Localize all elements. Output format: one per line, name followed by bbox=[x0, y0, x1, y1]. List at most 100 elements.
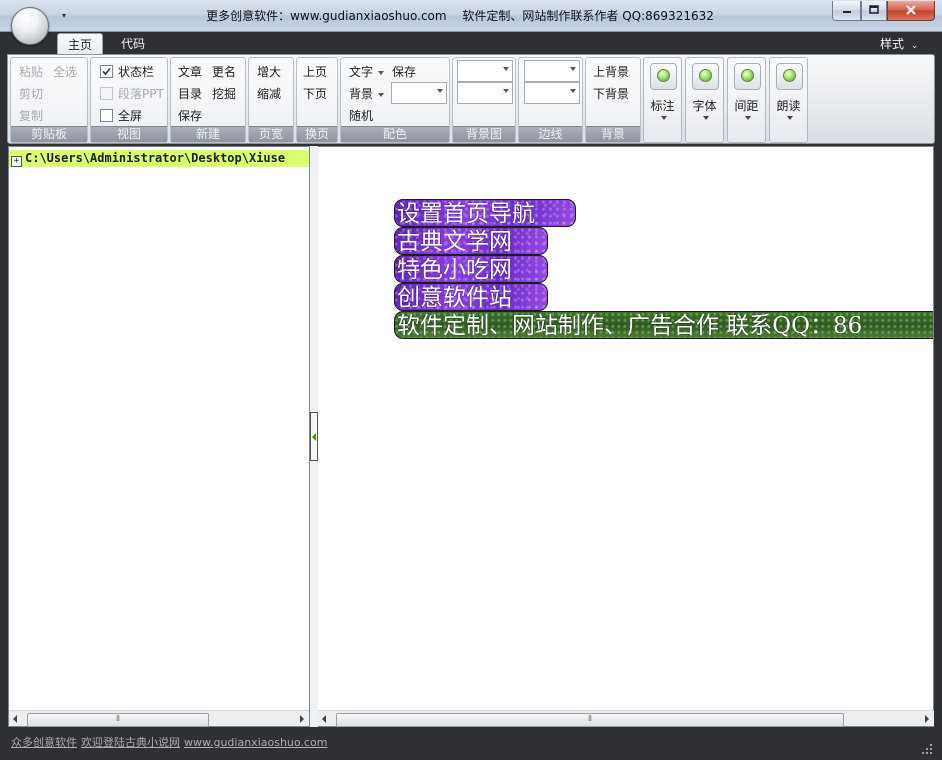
select-all-button[interactable]: 全选 bbox=[53, 63, 77, 80]
decrease-width-button[interactable]: 缩减 bbox=[257, 85, 281, 102]
contact-banner: 软件定制、网站制作、广告合作 联系QQ：86 bbox=[394, 311, 933, 339]
group-label-new: 新建 bbox=[171, 126, 245, 142]
random-colors-button[interactable]: 随机 bbox=[349, 107, 373, 124]
nav-link-snacks[interactable]: 特色小吃网 bbox=[394, 255, 548, 283]
read-aloud-label: 朗读 bbox=[776, 99, 801, 113]
green-light-icon bbox=[650, 63, 677, 90]
collapse-arrow-icon bbox=[312, 433, 316, 441]
group-label-page-width: 页宽 bbox=[249, 126, 293, 142]
expand-icon[interactable]: + bbox=[11, 156, 22, 167]
text-color-button[interactable]: 文字 bbox=[349, 63, 385, 80]
chevron-down-icon bbox=[570, 67, 576, 71]
border-select-2[interactable] bbox=[524, 82, 580, 104]
scroll-left-icon[interactable] bbox=[13, 715, 17, 723]
save-colors-button[interactable]: 保存 bbox=[392, 63, 416, 80]
chevron-down-icon bbox=[503, 89, 509, 93]
tab-home[interactable]: 主页 bbox=[57, 33, 103, 55]
checkmark-icon bbox=[102, 67, 111, 76]
status-website-link[interactable]: www.gudianxiaoshuo.com bbox=[184, 736, 327, 749]
quick-access-dropdown-icon[interactable]: ▾ bbox=[58, 10, 70, 22]
increase-width-button[interactable]: 增大 bbox=[257, 63, 281, 80]
resize-grip-icon[interactable] bbox=[920, 742, 934, 756]
close-button[interactable] bbox=[887, 1, 935, 21]
annotate-button[interactable]: 标注 bbox=[643, 57, 682, 143]
nav-link-set-homepage[interactable]: 设置首页导航 bbox=[394, 199, 576, 227]
nav-link-creative-software[interactable]: 创意软件站 bbox=[394, 283, 548, 311]
rename-button[interactable]: 更名 bbox=[212, 63, 236, 80]
prev-background-button[interactable]: 上背景 bbox=[593, 63, 629, 80]
chevron-down-icon bbox=[745, 116, 751, 120]
status-welcome[interactable]: 欢迎登陆古典小说网 bbox=[81, 736, 180, 749]
chevron-down-icon: ⌄ bbox=[910, 41, 919, 51]
read-aloud-button[interactable]: 朗读 bbox=[769, 57, 808, 143]
green-light-icon bbox=[692, 63, 719, 90]
tab-code[interactable]: 代码 bbox=[111, 33, 155, 55]
font-button[interactable]: 字体 bbox=[685, 57, 724, 143]
border-select-1[interactable] bbox=[524, 60, 580, 82]
scroll-right-icon[interactable] bbox=[300, 715, 304, 723]
article-button[interactable]: 文章 bbox=[178, 63, 202, 80]
group-label-colors: 配色 bbox=[341, 126, 449, 142]
group-page-turn: 上页 下页 换页 bbox=[296, 57, 338, 143]
minimize-button[interactable] bbox=[832, 1, 861, 21]
application-menu-button[interactable] bbox=[11, 7, 49, 45]
tree-horizontal-scrollbar[interactable]: ⦀ bbox=[9, 710, 309, 727]
save-button[interactable]: 保存 bbox=[178, 107, 202, 124]
status-creative-software[interactable]: 众多创意软件 bbox=[11, 736, 77, 749]
toc-button[interactable]: 目录 bbox=[178, 85, 202, 102]
group-label-border: 边线 bbox=[519, 126, 582, 142]
scroll-left-icon[interactable] bbox=[322, 715, 326, 723]
chevron-down-icon bbox=[661, 116, 667, 120]
group-label-background-image: 背景图 bbox=[453, 126, 515, 142]
font-label: 字体 bbox=[692, 99, 717, 113]
statusbar-checkbox[interactable] bbox=[100, 65, 113, 78]
group-page-width: 增大 缩减 页宽 bbox=[248, 57, 294, 143]
color-scheme-select[interactable] bbox=[391, 82, 447, 104]
tree-node-root[interactable]: + C:\Users\Administrator\Desktop\Xiuse bbox=[9, 150, 309, 167]
next-page-button[interactable]: 下页 bbox=[303, 85, 327, 102]
group-colors: 文字 保存 背景 随机 配色 bbox=[340, 57, 450, 143]
nav-link-classical-literature[interactable]: 古典文学网 bbox=[394, 227, 548, 255]
paste-button[interactable]: 粘贴 bbox=[19, 63, 43, 80]
green-light-icon bbox=[734, 63, 761, 90]
paragraph-ppt-label: 段落PPT bbox=[118, 87, 164, 101]
annotate-label: 标注 bbox=[650, 99, 675, 113]
group-new: 文章 更名 目录 挖掘 保存 新建 bbox=[170, 57, 246, 143]
bg-image-select-1[interactable] bbox=[457, 60, 513, 82]
spacing-button[interactable]: 间距 bbox=[727, 57, 766, 143]
scrollbar-thumb[interactable]: ⦀ bbox=[336, 713, 844, 727]
paragraph-ppt-checkbox[interactable] bbox=[100, 87, 113, 100]
minimize-icon bbox=[842, 11, 851, 13]
prev-page-button[interactable]: 上页 bbox=[303, 63, 327, 80]
document-horizontal-scrollbar[interactable]: ⦀ bbox=[318, 710, 934, 727]
window-title-contact: 软件定制、网站制作联系作者 QQ:869321632 bbox=[462, 9, 714, 23]
maximize-icon bbox=[869, 5, 879, 14]
tree-node-label: C:\Users\Administrator\Desktop\Xiuse bbox=[25, 151, 286, 165]
group-background: 上背景 下背景 背景 bbox=[585, 57, 641, 143]
cut-button[interactable]: 剪切 bbox=[19, 85, 43, 102]
chevron-down-icon bbox=[503, 67, 509, 71]
maximize-button[interactable] bbox=[861, 1, 887, 21]
copy-button[interactable]: 复制 bbox=[19, 107, 43, 124]
chevron-down-icon bbox=[570, 89, 576, 93]
group-view: 状态栏 段落PPT 全屏 视图 bbox=[90, 57, 168, 143]
window-title: 更多创意软件：www.gudianxiaoshuo.com 软件定制、网站制作联… bbox=[160, 0, 760, 32]
scroll-right-icon[interactable] bbox=[925, 715, 929, 723]
text-color-label: 文字 bbox=[349, 65, 374, 79]
group-label-background: 背景 bbox=[586, 126, 640, 142]
chevron-down-icon bbox=[703, 116, 709, 120]
group-label-view: 视图 bbox=[91, 126, 167, 142]
bg-image-select-2[interactable] bbox=[457, 82, 513, 104]
green-light-icon bbox=[776, 63, 803, 90]
dig-button[interactable]: 挖掘 bbox=[212, 85, 236, 102]
fullscreen-checkbox[interactable] bbox=[100, 109, 113, 122]
splitter-collapse-handle[interactable] bbox=[310, 412, 318, 461]
background-color-label: 背景 bbox=[349, 87, 374, 101]
background-color-button[interactable]: 背景 bbox=[349, 85, 385, 102]
style-menu[interactable]: 样式 ⌄ bbox=[880, 35, 918, 52]
style-menu-label: 样式 bbox=[880, 37, 905, 51]
status-links[interactable]: 众多创意软件 欢迎登陆古典小说网 www.gudianxiaoshuo.com bbox=[11, 734, 331, 750]
next-background-button[interactable]: 下背景 bbox=[593, 85, 629, 102]
scrollbar-thumb[interactable]: ⦀ bbox=[27, 713, 209, 727]
group-label-page-turn: 换页 bbox=[297, 126, 337, 142]
